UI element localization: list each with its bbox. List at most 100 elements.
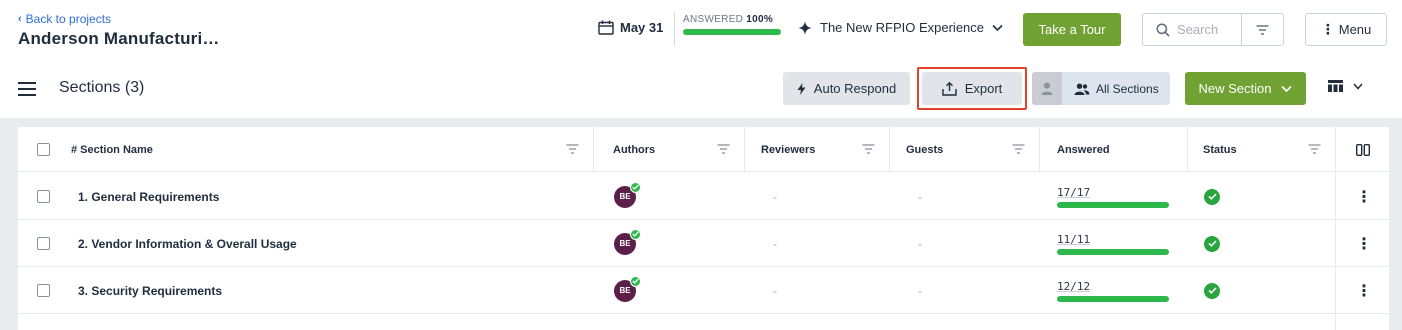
- row-actions-icon[interactable]: ⋮: [1356, 220, 1372, 267]
- chevron-down-icon: [1281, 85, 1293, 92]
- guests-value: -: [918, 189, 922, 204]
- row-checkbox[interactable]: [37, 237, 50, 250]
- all-sections-label: All Sections: [1096, 81, 1159, 96]
- filter-icon[interactable]: [717, 144, 730, 157]
- answered-text: ANSWERED 100%: [683, 14, 781, 25]
- table-row[interactable]: 2. Vendor Information & Overall Usage BE…: [18, 220, 1389, 267]
- table-row[interactable]: 3. Security Requirements BE - - 12/12 ⋮: [18, 267, 1389, 314]
- author-initials: BE: [619, 239, 631, 248]
- column-label-guests: Guests: [906, 143, 944, 156]
- chevron-down-icon: [992, 24, 1003, 31]
- reviewers-value: -: [773, 189, 777, 204]
- back-link-label: Back to projects: [25, 12, 112, 26]
- columns-toggle-icon[interactable]: [1355, 143, 1370, 156]
- take-a-tour-button[interactable]: Take a Tour: [1023, 13, 1121, 46]
- chevron-left-icon: ‹: [18, 13, 22, 25]
- filter-icon[interactable]: [1308, 144, 1321, 157]
- answered-progress: ANSWERED 100%: [674, 12, 781, 46]
- select-all-checkbox[interactable]: [37, 143, 50, 156]
- all-sections-filter[interactable]: All Sections: [1032, 72, 1170, 105]
- answered-cell: 17/17: [1057, 186, 1169, 208]
- column-layout-button[interactable]: [1328, 80, 1363, 92]
- column-header-guests: Guests: [890, 127, 1040, 172]
- answered-bar: [1057, 201, 1169, 208]
- check-badge-icon: [630, 275, 641, 287]
- project-selector-label: The New RFPIO Experience: [820, 20, 985, 35]
- filter-icon[interactable]: [566, 144, 579, 157]
- reviewers-value: -: [773, 283, 777, 298]
- answered-label: ANSWERED: [683, 14, 744, 25]
- hamburger-icon[interactable]: [18, 82, 36, 96]
- answered-count[interactable]: 12/12: [1057, 280, 1169, 293]
- filter-icon[interactable]: [862, 144, 875, 157]
- search-icon: [1149, 22, 1177, 37]
- sections-title: Sections (3): [59, 79, 145, 96]
- filter-icon[interactable]: [1242, 24, 1283, 35]
- section-name[interactable]: 2. Vendor Information & Overall Usage: [78, 220, 297, 267]
- check-circle-icon: [1204, 235, 1220, 252]
- check-circle-icon: [1204, 188, 1220, 205]
- table-header: # Section Name Authors Reviewers Guests …: [18, 127, 1389, 172]
- check-badge-icon: [630, 228, 641, 240]
- project-selector[interactable]: The New RFPIO Experience: [798, 20, 1003, 35]
- menu-button[interactable]: ⋮ Menu: [1305, 13, 1387, 46]
- vertical-dots-icon: ⋮: [1320, 21, 1335, 37]
- author-initials: BE: [619, 192, 631, 201]
- column-header-section-name: # Section Name: [18, 127, 594, 172]
- row-checkbox[interactable]: [37, 190, 50, 203]
- users-icon: [1074, 83, 1090, 95]
- column-divider: [1335, 127, 1336, 330]
- row-actions-icon[interactable]: ⋮: [1356, 173, 1372, 220]
- answered-progress-bar: [683, 29, 781, 35]
- guests-value: -: [918, 236, 922, 251]
- guests-value: -: [918, 283, 922, 298]
- table-columns-icon: [1328, 80, 1343, 92]
- answered-cell: 11/11: [1057, 233, 1169, 255]
- search-input[interactable]: [1177, 22, 1241, 37]
- table-row[interactable]: 1. General Requirements BE - - 17/17 ⋮: [18, 173, 1389, 220]
- column-header-reviewers: Reviewers: [745, 127, 890, 172]
- reviewers-value: -: [773, 236, 777, 251]
- section-name[interactable]: 3. Security Requirements: [78, 267, 222, 314]
- due-date-text: May 31: [620, 20, 664, 35]
- column-header-status: Status: [1188, 127, 1336, 172]
- sections-table: # Section Name Authors Reviewers Guests …: [18, 127, 1389, 330]
- export-button[interactable]: Export: [922, 72, 1022, 105]
- new-section-label: New Section: [1198, 81, 1272, 96]
- lightning-icon: [797, 82, 806, 95]
- answered-bar: [1057, 295, 1169, 302]
- back-to-projects-link[interactable]: ‹ Back to projects: [18, 12, 111, 26]
- column-settings: [1336, 127, 1389, 172]
- upload-icon: [942, 81, 957, 96]
- answered-percent: 100%: [746, 14, 774, 25]
- export-label: Export: [964, 81, 1003, 96]
- column-label-reviewers: Reviewers: [761, 143, 816, 156]
- calendar-icon: [598, 20, 614, 35]
- answered-count[interactable]: 11/11: [1057, 233, 1169, 246]
- answered-bar: [1057, 248, 1169, 255]
- author-avatar[interactable]: BE: [614, 228, 641, 255]
- column-header-authors: Authors: [594, 127, 745, 172]
- answered-count[interactable]: 17/17: [1057, 186, 1169, 199]
- auto-respond-button[interactable]: Auto Respond: [783, 72, 910, 105]
- author-initials: BE: [619, 286, 631, 295]
- column-header-answered: Answered: [1040, 127, 1188, 172]
- author-avatar[interactable]: BE: [614, 181, 641, 208]
- column-label-status: Status: [1203, 143, 1237, 156]
- all-sections-label-wrap: All Sections: [1062, 82, 1159, 96]
- check-circle-icon: [1204, 282, 1220, 299]
- top-header: ‹ Back to projects Anderson Manufacturi……: [0, 0, 1402, 60]
- filter-icon[interactable]: [1012, 144, 1025, 157]
- menu-button-label: Menu: [1338, 22, 1372, 37]
- row-actions-icon[interactable]: ⋮: [1356, 267, 1372, 314]
- row-checkbox[interactable]: [37, 284, 50, 297]
- column-label-answered: Answered: [1057, 143, 1110, 156]
- user-avatar-placeholder: [1032, 72, 1062, 105]
- author-avatar[interactable]: BE: [614, 275, 641, 302]
- search-box: [1142, 13, 1284, 46]
- check-badge-icon: [630, 181, 641, 193]
- section-name[interactable]: 1. General Requirements: [78, 173, 219, 220]
- chevron-down-icon: [1353, 83, 1363, 90]
- column-label-authors: Authors: [613, 143, 656, 156]
- new-section-button[interactable]: New Section: [1185, 72, 1306, 105]
